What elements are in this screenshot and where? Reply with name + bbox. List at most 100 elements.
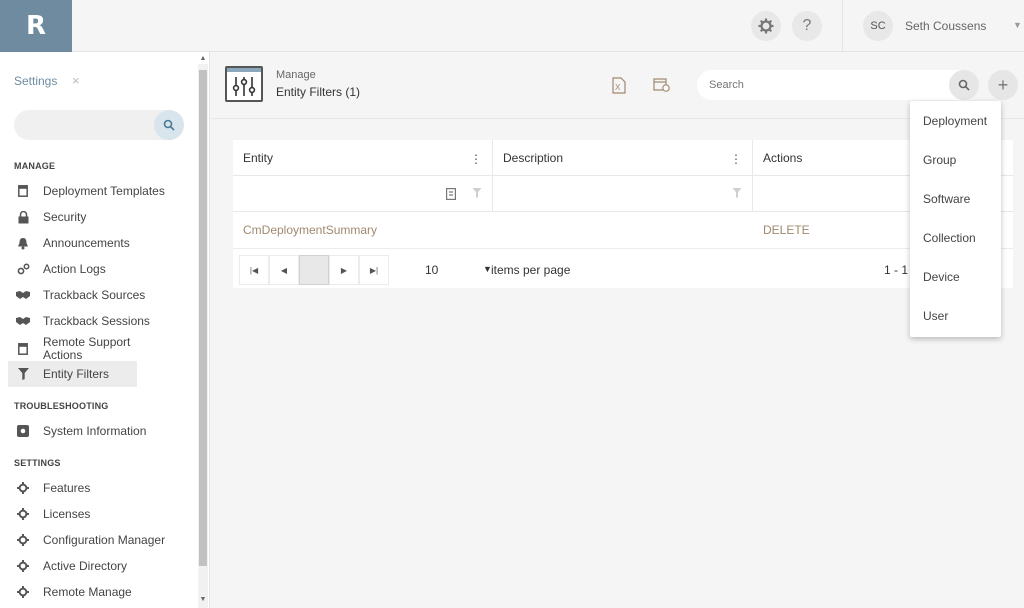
entity-filter-cell[interactable] bbox=[233, 176, 493, 212]
column-header-description[interactable]: Description ⋮ bbox=[493, 140, 753, 176]
scroll-up-icon[interactable]: ▲ bbox=[198, 55, 208, 62]
sidebar-item-security[interactable]: Security bbox=[8, 204, 137, 230]
page-number: 1 bbox=[311, 265, 317, 275]
page-title: Entity Filters (1) bbox=[276, 85, 361, 99]
first-page-button[interactable]: |◀ bbox=[239, 255, 269, 285]
column-header-entity[interactable]: Entity ⋮ bbox=[233, 140, 493, 176]
sidebar-item-announcements[interactable]: Announcements bbox=[8, 230, 137, 256]
add-button[interactable]: + bbox=[988, 70, 1018, 100]
main-content: Manage Entity Filters (1) X + Entity ⋮ D… bbox=[211, 52, 1024, 608]
entity-filters-grid: Entity ⋮ Description ⋮ Actions CmDeploym… bbox=[233, 140, 1013, 248]
settings-export-icon[interactable] bbox=[653, 76, 671, 94]
sidebar-item-label: Features bbox=[43, 480, 91, 495]
column-menu-icon[interactable]: ⋮ bbox=[730, 152, 742, 166]
item-range: 1 - 1 bbox=[884, 263, 909, 277]
sidebar-item-action-logs[interactable]: Action Logs bbox=[8, 256, 137, 282]
app-logo[interactable]: R bbox=[0, 0, 72, 52]
add-entity-filter-menu: Deployment Group Software Collection Dev… bbox=[910, 101, 1001, 337]
menu-item-group[interactable]: Group bbox=[910, 140, 1001, 179]
description-filter-cell[interactable] bbox=[493, 176, 753, 212]
scrollbar-thumb[interactable] bbox=[199, 70, 207, 566]
filter-icon[interactable] bbox=[732, 188, 742, 201]
pager: |◀ ◀ 1 ▶ ▶| 10 ▼ items per page 1 - 1 bbox=[233, 248, 1013, 288]
column-menu-icon[interactable]: ⋮ bbox=[470, 152, 482, 166]
sidebar-scrollbar[interactable]: ▲ ▼ bbox=[198, 55, 208, 608]
column-title: Entity bbox=[243, 151, 274, 165]
column-title: Actions bbox=[763, 151, 803, 165]
search-input[interactable] bbox=[697, 70, 977, 100]
plus-icon: + bbox=[997, 74, 1009, 95]
filter-icon bbox=[16, 367, 30, 381]
logo-letter: R bbox=[25, 11, 47, 41]
entity-cell[interactable]: CmDeploymentSummary bbox=[233, 212, 493, 248]
template-icon bbox=[16, 342, 30, 356]
menu-item-device[interactable]: Device bbox=[910, 257, 1001, 296]
close-icon[interactable]: × bbox=[72, 73, 80, 88]
grid-header: Entity ⋮ Description ⋮ Actions bbox=[233, 140, 1013, 176]
handshake-icon bbox=[16, 314, 30, 328]
sidebar-item-label: Security bbox=[43, 209, 87, 224]
sidebar-item-licenses[interactable]: Licenses bbox=[8, 501, 137, 527]
scroll-down-icon[interactable]: ▼ bbox=[198, 596, 208, 603]
sliders-icon bbox=[225, 66, 263, 102]
description-cell bbox=[493, 212, 753, 248]
sidebar-item-label: Trackback Sessions bbox=[43, 313, 150, 328]
help-glyph: ? bbox=[802, 17, 812, 34]
bell-icon bbox=[16, 236, 30, 250]
sidebar-item-remote-manage[interactable]: Remote Manage bbox=[8, 579, 137, 605]
sidebar-item-label: Entity Filters bbox=[43, 366, 110, 381]
next-page-icon: ▶ bbox=[340, 265, 348, 275]
menu-item-user[interactable]: User bbox=[910, 296, 1001, 335]
gears-icon bbox=[16, 262, 30, 276]
sidebar-item-active-directory[interactable]: Active Directory bbox=[8, 553, 137, 579]
gear-icon[interactable] bbox=[751, 11, 781, 41]
last-page-button[interactable]: ▶| bbox=[359, 255, 389, 285]
sidebar-item-configuration-manager[interactable]: Configuration Manager bbox=[8, 527, 168, 553]
sidebar-item-trackback-sources[interactable]: Trackback Sources bbox=[8, 282, 145, 308]
sidebar-item-label: Announcements bbox=[43, 235, 130, 250]
svg-text:X: X bbox=[615, 83, 621, 92]
entity-selector-icon[interactable] bbox=[446, 188, 457, 203]
gear-icon bbox=[16, 481, 30, 495]
menu-item-deployment[interactable]: Deployment bbox=[910, 101, 1001, 140]
grid-filter-row bbox=[233, 176, 1013, 212]
section-heading-manage: MANAGE bbox=[14, 161, 56, 171]
gear-icon bbox=[16, 507, 30, 521]
filter-icon[interactable] bbox=[472, 188, 482, 201]
gear-icon bbox=[16, 585, 30, 599]
menu-item-software[interactable]: Software bbox=[910, 179, 1001, 218]
current-page-button[interactable]: 1 bbox=[299, 255, 329, 285]
help-icon[interactable]: ? bbox=[792, 11, 822, 41]
sidebar-item-label: Deployment Templates bbox=[43, 183, 165, 198]
chevron-down-icon: ▼ bbox=[1013, 20, 1022, 30]
sidebar-item-label: Licenses bbox=[43, 506, 91, 521]
next-page-button[interactable]: ▶ bbox=[329, 255, 359, 285]
sidebar-item-deployment-templates[interactable]: Deployment Templates bbox=[8, 178, 165, 204]
section-heading-settings: SETTINGS bbox=[14, 458, 61, 468]
previous-page-button[interactable]: ◀ bbox=[269, 255, 299, 285]
system-info-icon bbox=[16, 424, 30, 438]
menu-item-collection[interactable]: Collection bbox=[910, 218, 1001, 257]
sidebar-item-system-information[interactable]: System Information bbox=[8, 418, 146, 444]
first-page-icon: |◀ bbox=[249, 265, 259, 275]
excel-export-icon[interactable]: X bbox=[610, 76, 628, 94]
sidebar-item-trackback-sessions[interactable]: Trackback Sessions bbox=[8, 308, 150, 334]
search-icon[interactable] bbox=[154, 110, 184, 140]
user-menu[interactable]: SC Seth Coussens ▼ bbox=[842, 0, 1024, 52]
sidebar-item-label: Active Directory bbox=[43, 558, 128, 573]
gear-icon bbox=[16, 559, 30, 573]
lock-icon bbox=[16, 210, 30, 224]
sidebar: Settings × MANAGE Deployment Templates S… bbox=[0, 52, 210, 608]
table-row: CmDeploymentSummary DELETE bbox=[233, 212, 1013, 248]
page-size-select[interactable]: 10 bbox=[425, 263, 438, 277]
divider bbox=[211, 118, 1024, 119]
items-per-page-label: items per page bbox=[491, 263, 571, 277]
search-icon[interactable] bbox=[949, 70, 979, 100]
sidebar-item-remote-support-actions[interactable]: Remote Support Actions bbox=[8, 334, 137, 364]
sidebar-item-features[interactable]: Features bbox=[8, 475, 137, 501]
last-page-icon: ▶| bbox=[369, 265, 379, 275]
sidebar-item-entity-filters[interactable]: Entity Filters bbox=[8, 361, 137, 387]
breadcrumb[interactable]: Manage bbox=[276, 69, 316, 81]
sidebar-item-label: Configuration Manager bbox=[43, 532, 166, 547]
handshake-icon bbox=[16, 288, 30, 302]
